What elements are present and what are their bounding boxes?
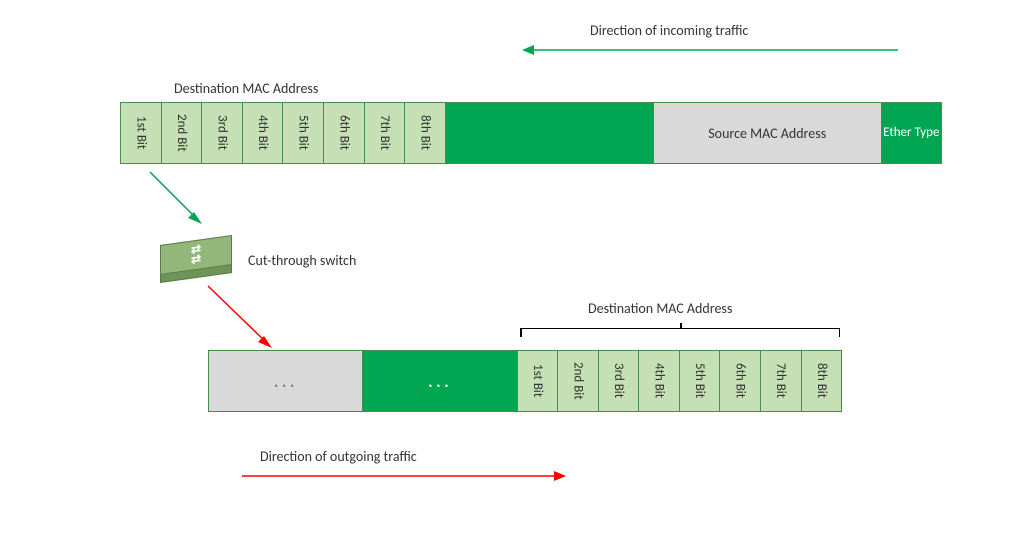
bit-label: 3rd Bit — [611, 363, 626, 398]
bit-label: 2nd Bit — [174, 114, 189, 152]
bit-label: 2nd Bit — [570, 362, 585, 400]
bit-label: 8th Bit — [418, 115, 433, 150]
bit-cell: 5th Bit — [283, 103, 324, 163]
ellipsis-green: ... — [428, 369, 452, 393]
incoming-arrow-icon — [520, 42, 900, 58]
bit-cell: 6th Bit — [324, 103, 365, 163]
bit-cell: 2nd Bit — [558, 351, 599, 411]
switch-icon: ⇄⇄ — [160, 240, 230, 278]
bit-label: 4th Bit — [652, 363, 667, 398]
bit-label: 4th Bit — [255, 115, 270, 150]
bit-label: 6th Bit — [336, 115, 351, 150]
leading-gray-field: ... — [209, 351, 363, 411]
source-mac-field: Source MAC Address — [654, 103, 882, 163]
arrow-to-switch-icon — [140, 168, 220, 238]
bit-cell: 7th Bit — [761, 351, 802, 411]
bit-label: 6th Bit — [733, 363, 748, 398]
dest-mac-label-bottom: Destination MAC Address — [588, 300, 732, 317]
bit-label: 8th Bit — [814, 363, 829, 398]
ether-type-label: Ether Type — [883, 126, 939, 140]
bit-cell: 3rd Bit — [202, 103, 243, 163]
leading-green-field: ... — [363, 351, 517, 411]
bit-label: 1st Bit — [133, 116, 148, 149]
incoming-direction-label: Direction of incoming traffic — [590, 22, 748, 39]
bit-label: 1st Bit — [530, 364, 545, 397]
switch-label: Cut-through switch — [248, 252, 356, 269]
bit-cell: 2nd Bit — [162, 103, 203, 163]
bit-cell: 1st Bit — [518, 351, 559, 411]
bit-cell: 6th Bit — [720, 351, 761, 411]
bit-label: 5th Bit — [296, 115, 311, 150]
bit-cell: 1st Bit — [121, 103, 162, 163]
bottom-frame: ... ... 1st Bit 2nd Bit 3rd Bit 4th Bit … — [208, 350, 842, 412]
ether-type-field: Ether Type — [882, 103, 941, 163]
dest-mac-label-top: Destination MAC Address — [174, 80, 318, 97]
source-mac-label: Source MAC Address — [708, 125, 826, 142]
bit-label: 5th Bit — [692, 363, 707, 398]
bit-cell: 8th Bit — [802, 351, 842, 411]
brace-icon — [520, 328, 840, 339]
top-frame: 1st Bit 2nd Bit 3rd Bit 4th Bit 5th Bit … — [120, 102, 942, 164]
bit-cell: 5th Bit — [680, 351, 721, 411]
bit-label: 7th Bit — [773, 363, 788, 398]
bit-cell: 7th Bit — [365, 103, 406, 163]
bit-label: 7th Bit — [377, 115, 392, 150]
bit-label: 3rd Bit — [215, 115, 230, 150]
bit-cell: 4th Bit — [639, 351, 680, 411]
ellipsis-gray: ... — [274, 369, 298, 393]
bit-cell: 8th Bit — [405, 103, 446, 163]
outgoing-direction-label: Direction of outgoing traffic — [260, 448, 417, 465]
outgoing-arrow-icon — [240, 468, 570, 484]
frame-gap-green — [446, 103, 654, 163]
bit-cell: 3rd Bit — [599, 351, 640, 411]
bit-cell: 4th Bit — [243, 103, 284, 163]
